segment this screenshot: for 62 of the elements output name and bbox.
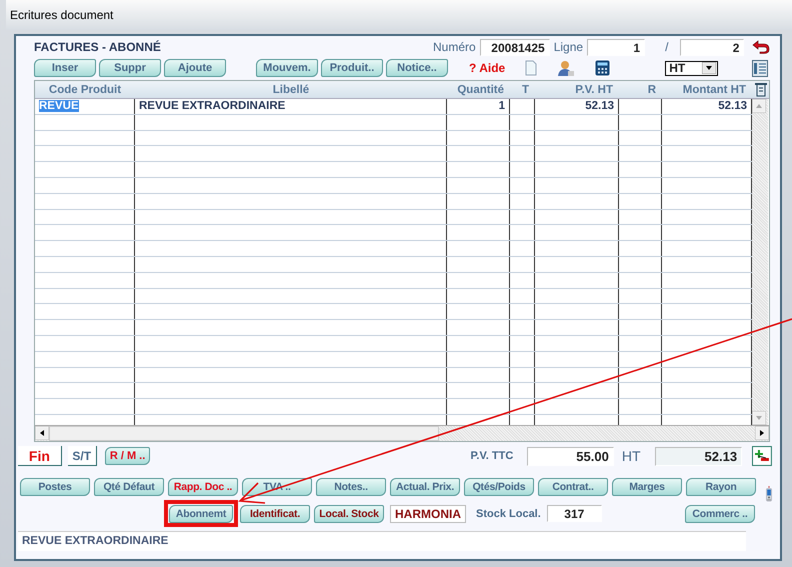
- action-button[interactable]: Notes..: [316, 478, 386, 496]
- action-button[interactable]: Rayon: [686, 478, 756, 496]
- separator: /: [665, 40, 668, 54]
- ht-total-field: 52.13: [654, 446, 742, 466]
- action-button[interactable]: Local. Stock: [314, 504, 384, 522]
- add-remove-icon[interactable]: [752, 446, 772, 466]
- stock-field: 317: [546, 505, 602, 522]
- toolbar-button[interactable]: Inser: [34, 59, 96, 77]
- action-button[interactable]: Qtés/Poids: [464, 478, 534, 496]
- column-header[interactable]: Quantité: [447, 84, 510, 96]
- column-header[interactable]: T: [510, 84, 535, 96]
- person-icon[interactable]: [557, 59, 576, 77]
- toolbar-button[interactable]: Suppr: [99, 59, 161, 77]
- numero-label: Numéro: [433, 40, 476, 54]
- column-header[interactable]: Montant HT: [662, 84, 752, 96]
- scroll-left-icon[interactable]: [35, 426, 49, 440]
- pv-ttc-field[interactable]: 55.00: [527, 446, 614, 466]
- horizontal-scrollbar[interactable]: [35, 425, 769, 441]
- numero-field[interactable]: 20081425: [480, 38, 550, 56]
- undo-icon[interactable]: [752, 40, 770, 54]
- action-button[interactable]: Marges: [612, 478, 682, 496]
- ligne-label: Ligne: [554, 40, 584, 54]
- action-button[interactable]: Contrat..: [538, 478, 608, 496]
- pv-ttc-label: P.V. TTC: [470, 450, 514, 462]
- description-field: REVUE EXTRAORDINAIRE: [18, 531, 746, 551]
- column-header[interactable]: Code Produit: [35, 84, 135, 96]
- table-cell: REVUE: [39, 100, 79, 112]
- window-title: Ecritures document: [10, 8, 114, 22]
- table-cell: REVUE EXTRAORDINAIRE: [139, 100, 286, 112]
- fin-button[interactable]: Fin: [18, 446, 62, 466]
- rm-button[interactable]: R / M ..: [104, 447, 150, 465]
- toolbar-button[interactable]: Notice..: [386, 59, 448, 77]
- table-cell: 52.13: [585, 100, 614, 112]
- action-button[interactable]: Postes: [20, 478, 90, 496]
- calculator-icon[interactable]: [595, 60, 610, 76]
- scroll-right-icon[interactable]: [755, 426, 769, 440]
- store-name-field: HARMONIA: [390, 504, 466, 522]
- ligne-field[interactable]: 1: [587, 38, 646, 56]
- column-header[interactable]: R: [619, 84, 662, 96]
- column-settings-icon[interactable]: [753, 82, 769, 97]
- toolbar-button[interactable]: Ajoute: [164, 59, 226, 77]
- column-header[interactable]: Libellé: [135, 84, 447, 96]
- table-cell: 52.13: [718, 100, 747, 112]
- total-lines-field[interactable]: 2: [680, 38, 744, 56]
- dropdown-arrow-icon: [702, 62, 716, 74]
- subtotal-button[interactable]: S/T: [68, 446, 97, 466]
- tax-mode-dropdown[interactable]: HT: [665, 60, 718, 76]
- toolbar-button[interactable]: Mouvem.: [256, 59, 318, 77]
- help-link[interactable]: ? Aide: [469, 61, 506, 75]
- action-button[interactable]: Identificat.: [240, 504, 310, 522]
- action-button[interactable]: Actual. Prix.: [390, 478, 460, 496]
- toolbar-button[interactable]: Produit..: [321, 59, 383, 77]
- action-button[interactable]: Abonnemt: [169, 504, 233, 522]
- action-button[interactable]: Rapp. Doc ..: [168, 478, 238, 496]
- ht-label: HT: [622, 448, 641, 464]
- stock-label: Stock Local.: [476, 508, 541, 520]
- table-cell: 1: [498, 100, 505, 112]
- commerce-button[interactable]: Commerc ..: [685, 504, 755, 522]
- action-button[interactable]: Qté Défaut: [94, 478, 164, 496]
- document-title: FACTURES - ABONNÉ: [34, 40, 162, 54]
- column-header[interactable]: P.V. HT: [535, 84, 619, 96]
- list-view-icon[interactable]: [752, 60, 768, 76]
